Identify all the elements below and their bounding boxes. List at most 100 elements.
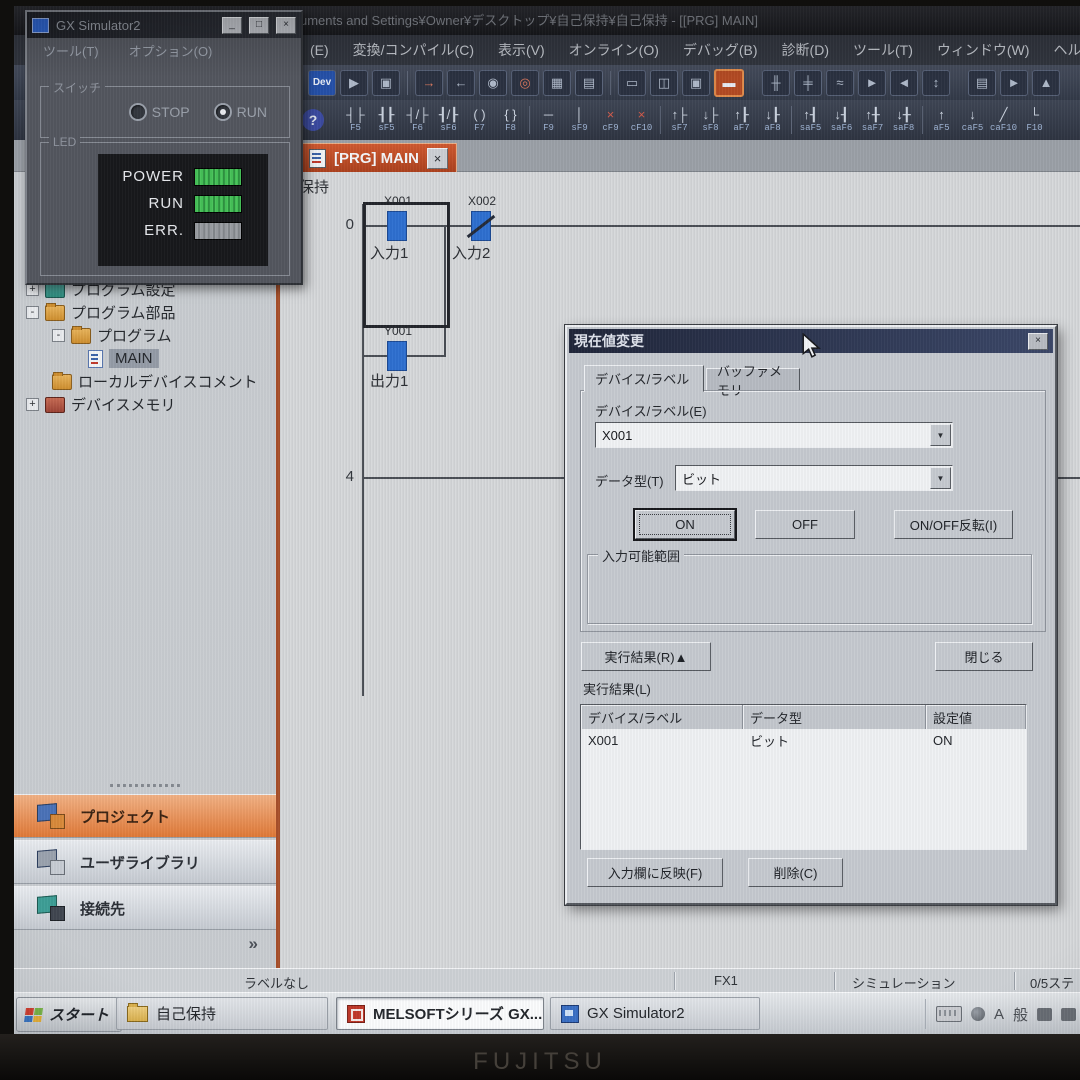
ime-kana-indicator[interactable]: 般	[1013, 1004, 1028, 1025]
menu-tools[interactable]: ツール(T)	[841, 40, 925, 60]
taskbar-item-simulator[interactable]: GX Simulator2	[550, 997, 760, 1030]
volume-icon[interactable]	[971, 1007, 985, 1021]
monitor-start-icon[interactable]: ▦	[543, 70, 571, 96]
ladder-tool-caf5[interactable]: ↓caF5	[957, 103, 988, 137]
close-icon[interactable]: ×	[1028, 333, 1048, 350]
reflect-to-input-button[interactable]: 入力欄に反映(F)	[587, 858, 723, 887]
ladder-tool-sf5[interactable]: ┨┠sF5	[371, 103, 402, 137]
ladder-tool-f7[interactable]: ( )F7	[464, 103, 495, 137]
tree-item-program-parts[interactable]: - プログラム部品	[14, 301, 276, 324]
simulator-active-icon[interactable]: ▬	[714, 69, 744, 97]
on-button[interactable]: ON	[635, 510, 735, 539]
ladder-tool-f8[interactable]: { }F8	[495, 103, 526, 137]
tab-close-icon[interactable]: ×	[427, 148, 448, 169]
monitor-stop-icon[interactable]: ▤	[575, 70, 603, 96]
ladder-tool-sf8[interactable]: ↓├sF8	[695, 103, 726, 137]
window-cascade-icon[interactable]: ▭	[618, 70, 646, 96]
step-back-icon[interactable]: ◄	[890, 70, 918, 96]
menu-edit-partial[interactable]: (E)	[298, 42, 341, 58]
ladder-tool-sf7[interactable]: ↑├sF7	[664, 103, 695, 137]
stop-radio[interactable]: STOP	[131, 104, 190, 120]
y001-contact-on[interactable]	[387, 341, 407, 371]
ladder-tool-saf7[interactable]: ↑╂saF7	[857, 103, 888, 137]
step-run-icon[interactable]: ►	[858, 70, 886, 96]
monitor-icon[interactable]: ◉	[479, 70, 507, 96]
chevron-down-icon[interactable]: ▼	[930, 424, 951, 446]
on-off-invert-button[interactable]: ON/OFF反転(I)	[894, 510, 1013, 539]
tree-item-local-device-comment[interactable]: ローカルデバイスコメント	[14, 370, 276, 393]
tree-item-program[interactable]: - プログラム	[14, 324, 276, 347]
simulator-menu-tools[interactable]: ツール(T)	[43, 41, 99, 60]
read-from-plc-icon[interactable]: ←	[447, 70, 475, 96]
tree-item-main[interactable]: MAIN	[14, 347, 276, 370]
menu-online[interactable]: オンライン(O)	[557, 40, 671, 60]
ladder-tool-cf9[interactable]: ×cF9	[595, 103, 626, 137]
window-tile-icon[interactable]: ◫	[650, 70, 678, 96]
ladder-tool-f6[interactable]: ┤/├F6	[402, 103, 433, 137]
ladder-tool-f5[interactable]: ┤├F5	[340, 103, 371, 137]
monitor-write-icon[interactable]: ◎	[511, 70, 539, 96]
device-test-icon[interactable]: ╫	[762, 70, 790, 96]
tree-collapse-icon[interactable]: -	[52, 329, 65, 342]
simulator-menu-options[interactable]: オプション(O)	[129, 41, 213, 60]
write-to-plc-icon[interactable]: →	[415, 70, 443, 96]
ladder-tool-af5[interactable]: ↑aF5	[926, 103, 957, 137]
ladder-tool-saf6[interactable]: ↓┨saF6	[826, 103, 857, 137]
ladder-tool-f10[interactable]: └F10	[1019, 103, 1050, 137]
tray-tool-icon[interactable]	[1037, 1008, 1052, 1021]
nav-connection-button[interactable]: 接続先	[14, 886, 276, 930]
simulator-titlebar[interactable]: GX Simulator2 _ □ ×	[27, 12, 301, 38]
run-radio[interactable]: RUN	[216, 104, 267, 120]
nav-project-button[interactable]: プロジェクト	[14, 794, 276, 838]
sampling-trace-icon[interactable]: ≈	[826, 70, 854, 96]
ladder-tool-af8[interactable]: ↓┠aF8	[757, 103, 788, 137]
menu-compile[interactable]: 変換/コンパイル(C)	[341, 40, 486, 60]
radio-icon[interactable]	[131, 105, 145, 119]
panel-grip[interactable]	[110, 784, 180, 787]
tab-device-label[interactable]: デバイス/ラベル	[584, 365, 704, 392]
stop-icon[interactable]: ▲	[1032, 70, 1060, 96]
menu-help[interactable]: ヘルプ(H)	[1041, 40, 1080, 60]
ladder-tool-cf10[interactable]: ×cF10	[626, 103, 657, 137]
ladder-tool-sf9[interactable]: │sF9	[564, 103, 595, 137]
delete-button[interactable]: 削除(C)	[748, 858, 843, 887]
forced-io-icon[interactable]: ╪	[794, 70, 822, 96]
minimize-icon[interactable]: _	[222, 17, 242, 34]
dialog-close-button[interactable]: 閉じる	[935, 642, 1033, 671]
skip-run-icon[interactable]: ↕	[922, 70, 950, 96]
ime-alpha-indicator[interactable]: A	[994, 1006, 1004, 1023]
device-combo[interactable]: X001 ▼	[595, 422, 953, 448]
col-header-datatype[interactable]: データ型	[743, 705, 926, 729]
tree-expand-icon[interactable]: +	[26, 398, 39, 411]
help-icon[interactable]: ?	[302, 109, 324, 131]
ladder-tool-saf5[interactable]: ↑┨saF5	[795, 103, 826, 137]
tree-item-device-memory[interactable]: + デバイスメモリ	[14, 393, 276, 416]
menu-view[interactable]: 表示(V)	[486, 40, 557, 60]
nav-user-library-button[interactable]: ユーザライブラリ	[14, 840, 276, 884]
statement-icon[interactable]: ▤	[968, 70, 996, 96]
off-button[interactable]: OFF	[755, 510, 855, 539]
col-header-device[interactable]: デバイス/ラベル	[581, 705, 743, 729]
ladder-tool-f9[interactable]: ─F9	[533, 103, 564, 137]
menu-diagnostics[interactable]: 診断(D)	[770, 40, 841, 60]
datatype-combo[interactable]: ビット ▼	[675, 465, 953, 491]
tray-tool2-icon[interactable]	[1061, 1008, 1076, 1021]
watch-start-icon[interactable]: ▶	[340, 70, 368, 96]
comment-display-icon[interactable]: ▣	[682, 70, 710, 96]
chevron-down-icon[interactable]: ▼	[930, 467, 951, 489]
radio-selected-icon[interactable]	[216, 105, 230, 119]
chevron-more-icon[interactable]: »	[249, 934, 258, 954]
col-header-setvalue[interactable]: 設定値	[926, 705, 1026, 729]
maximize-icon[interactable]: □	[249, 17, 269, 34]
ladder-tool-caf10[interactable]: ╱caF10	[988, 103, 1019, 137]
table-row[interactable]: X001 ビット ON	[581, 729, 1026, 751]
tree-collapse-icon[interactable]: -	[26, 306, 39, 319]
ladder-tool-saf8[interactable]: ↓╂saF8	[888, 103, 919, 137]
keyboard-icon[interactable]	[936, 1006, 962, 1022]
menu-window[interactable]: ウィンドウ(W)	[925, 40, 1042, 60]
tab-prg-main[interactable]: [PRG] MAIN ×	[300, 143, 457, 173]
run-icon[interactable]: ►	[1000, 70, 1028, 96]
tab-buffer-memory[interactable]: バッファメモリ	[706, 368, 800, 392]
taskbar-item-folder[interactable]: 自己保持	[116, 997, 328, 1030]
watch-stop-icon[interactable]: ▣	[372, 70, 400, 96]
